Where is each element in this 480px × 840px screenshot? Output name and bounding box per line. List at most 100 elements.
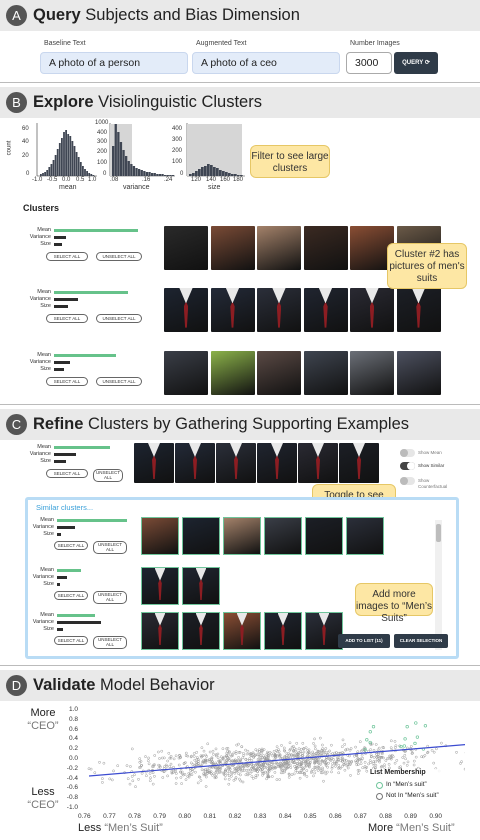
x-tick-label: 0.90	[429, 813, 443, 820]
similar-thumbnail[interactable]	[305, 517, 343, 555]
scatter-point	[227, 777, 231, 781]
similar-thumbnail[interactable]	[141, 517, 179, 555]
cluster-thumbnail[interactable]	[175, 443, 215, 483]
scatter-point	[167, 751, 171, 755]
similar-thumbnail[interactable]	[346, 517, 384, 555]
x-tick-label: 0.89	[404, 813, 417, 820]
similar-thumbnail[interactable]	[182, 517, 220, 555]
x-tick-label: 0.76	[78, 813, 91, 820]
similar-thumbnail[interactable]	[141, 612, 179, 650]
similar-thumbnail[interactable]	[223, 517, 261, 555]
scatter-point	[292, 772, 296, 776]
histogram-bar	[122, 150, 125, 176]
cluster-thumbnail[interactable]	[164, 226, 208, 270]
scatter-point	[432, 761, 436, 765]
section-c-title: Refine Clusters by Gathering Supporting …	[33, 415, 410, 433]
cluster-thumbnail[interactable]	[134, 443, 174, 483]
cluster-thumbnail[interactable]	[164, 288, 208, 332]
variance-label: Variance	[29, 296, 51, 302]
x-tick-label: 0.85	[303, 813, 317, 820]
similar-thumbnail[interactable]	[141, 567, 179, 605]
scatter-point	[460, 760, 463, 764]
baseline-input[interactable]: A photo of a person	[40, 52, 188, 74]
show-mean-label: Show Mean	[418, 450, 442, 455]
cluster-thumbnail[interactable]	[210, 288, 255, 332]
size-xlabel: size	[208, 184, 221, 191]
cluster-thumbnail[interactable]	[339, 443, 379, 483]
scatter-point	[356, 763, 360, 766]
cluster-thumbnail[interactable]	[303, 351, 348, 395]
number-images-input[interactable]: 3000	[346, 52, 392, 74]
scatter-point	[432, 750, 436, 754]
select-all-button[interactable]: SELECT ALL	[46, 314, 88, 323]
show-similar-toggle[interactable]	[400, 462, 415, 470]
select-all-button[interactable]: SELECT ALL	[46, 252, 88, 261]
cluster-thumbnail[interactable]	[350, 351, 394, 395]
cluster-thumbnail[interactable]	[257, 443, 297, 483]
cluster-thumbnail[interactable]	[350, 288, 394, 332]
show-similar-label: Show Similar	[418, 463, 445, 468]
scatter-point	[169, 762, 173, 766]
select-all-button[interactable]: SELECT ALL	[46, 469, 88, 478]
scatter-point	[275, 778, 279, 781]
cluster-thumbnail[interactable]	[216, 443, 256, 483]
cluster-thumbnail[interactable]	[164, 351, 208, 395]
add-to-list-button[interactable]: ADD TO LIST (11)	[338, 634, 390, 648]
select-all-button[interactable]: SELECT ALL	[46, 377, 88, 386]
show-mean-toggle[interactable]	[400, 449, 415, 457]
cluster-thumbnail[interactable]	[257, 288, 301, 332]
scatter-point	[406, 760, 410, 764]
scatter-point	[455, 750, 458, 754]
histogram-bar	[213, 167, 216, 176]
cluster-thumbnail[interactable]	[210, 226, 255, 270]
scatter-point-in-list	[403, 737, 407, 741]
scatter-point	[372, 755, 376, 759]
clear-selection-button[interactable]: CLEAR SELECTION	[394, 634, 448, 648]
select-all-button[interactable]: SELECT ALL	[54, 636, 88, 645]
select-all-button[interactable]: SELECT ALL	[54, 591, 88, 600]
scatter-point	[334, 764, 337, 768]
cluster-thumbnail[interactable]	[303, 226, 348, 270]
section-b-badge: B	[6, 92, 27, 113]
unselect-all-button[interactable]: UNSELECT ALL	[96, 377, 142, 386]
variance-bar	[57, 576, 67, 579]
select-all-button[interactable]: SELECT ALL	[54, 541, 88, 550]
unselect-all-button[interactable]: UNSELECT ALL	[93, 636, 127, 649]
augmented-input[interactable]: A photo of a ceo	[192, 52, 340, 74]
similar-thumbnail[interactable]	[182, 612, 220, 650]
cluster-thumbnail[interactable]	[303, 288, 348, 332]
scatter-point	[193, 758, 197, 762]
clusters-heading: Clusters	[23, 203, 60, 213]
cluster-thumbnail[interactable]	[396, 288, 441, 332]
histogram-bar	[143, 171, 146, 176]
unselect-all-button[interactable]: UNSELECT ALL	[93, 469, 123, 482]
unselect-all-button[interactable]: UNSELECT ALL	[93, 541, 127, 554]
similar-thumbnail[interactable]	[182, 567, 220, 605]
x-tick-label: 0.78	[128, 813, 141, 820]
scatter-point	[149, 776, 152, 780]
scatter-point	[290, 773, 294, 777]
cluster-thumbnail[interactable]	[257, 226, 301, 270]
cluster-thumbnail[interactable]	[298, 443, 338, 483]
scatter-point	[212, 752, 215, 756]
cluster-thumbnail[interactable]	[257, 351, 301, 395]
cluster-thumbnail[interactable]	[210, 351, 255, 395]
unselect-all-button[interactable]: UNSELECT ALL	[96, 314, 142, 323]
size-bar	[57, 533, 61, 536]
cluster-thumbnail[interactable]	[396, 351, 441, 395]
query-button[interactable]: QUERY ⟳	[394, 52, 438, 74]
show-counterfactual-toggle[interactable]	[400, 477, 415, 485]
scatter-point	[305, 769, 309, 772]
scrollbar-thumb[interactable]	[436, 524, 441, 542]
similar-thumbnail[interactable]	[223, 612, 261, 650]
histogram-bar	[114, 124, 117, 176]
unselect-all-button[interactable]: UNSELECT ALL	[96, 252, 142, 261]
size-bar	[54, 368, 64, 371]
histogram-bar	[210, 165, 213, 176]
scatter-point	[313, 771, 317, 775]
similar-thumbnail[interactable]	[264, 517, 302, 555]
similar-thumbnail[interactable]	[264, 612, 302, 650]
scatter-point	[245, 752, 249, 756]
scrollbar[interactable]	[435, 520, 442, 650]
unselect-all-button[interactable]: UNSELECT ALL	[93, 591, 127, 604]
